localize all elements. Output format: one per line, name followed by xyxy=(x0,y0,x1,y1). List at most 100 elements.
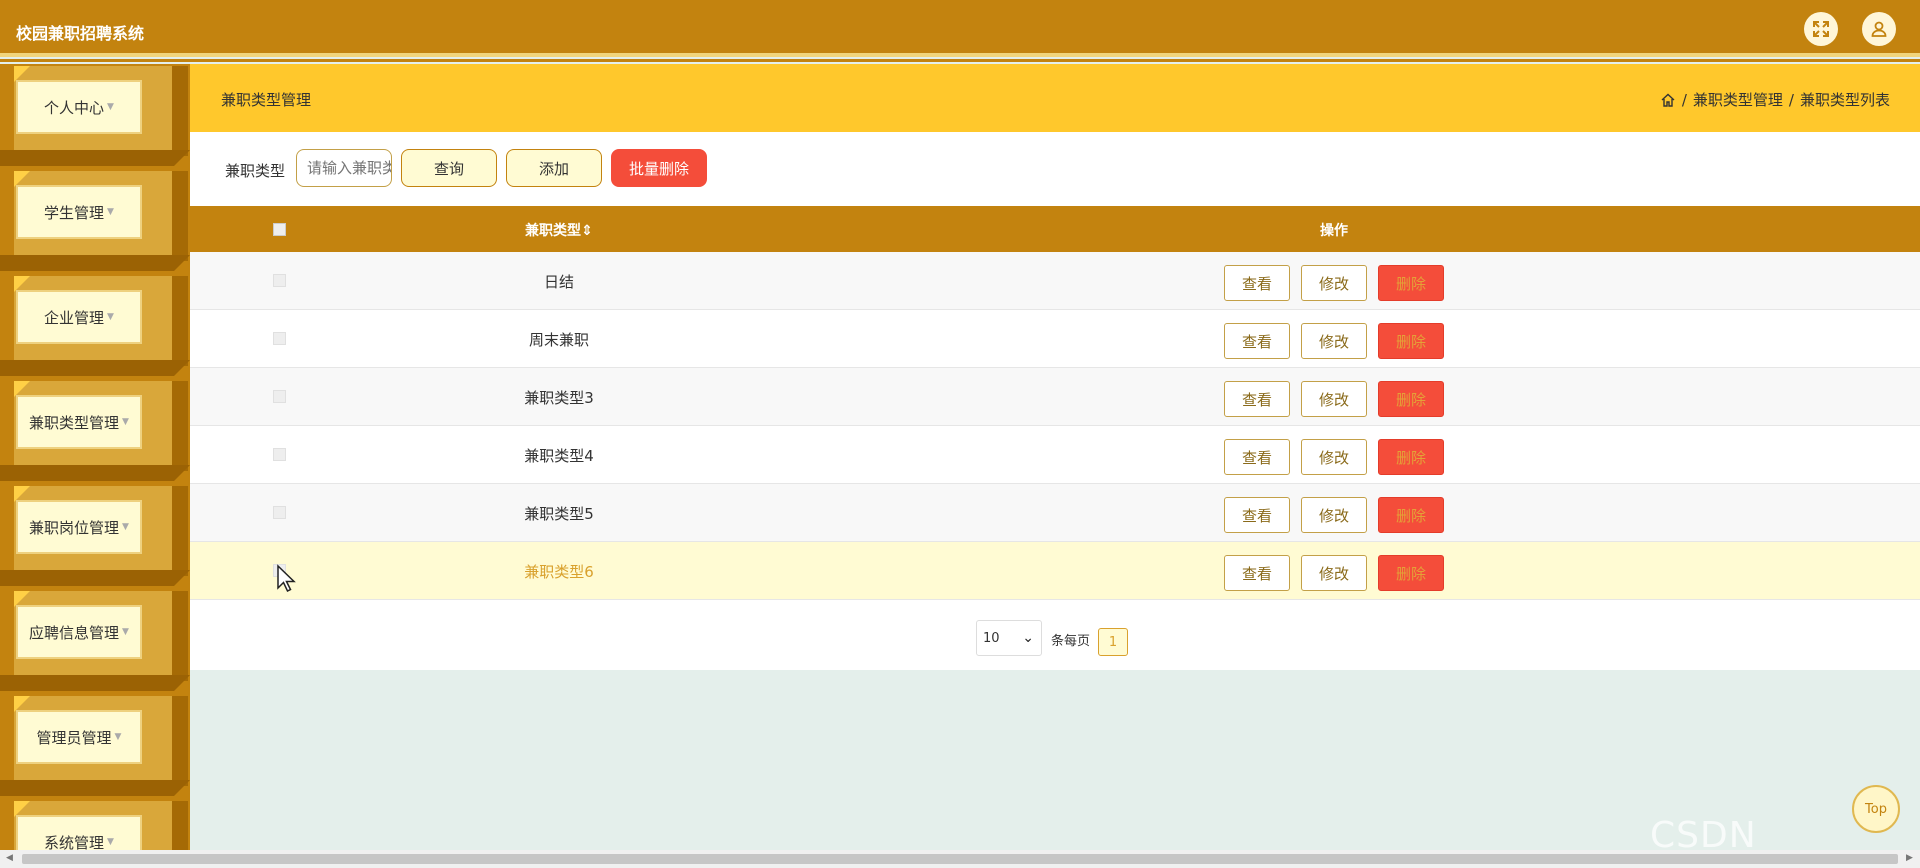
pagination: 10 ⌄ 条每页 1 xyxy=(190,600,1920,670)
search-bar: 兼职类型 查询 添加 批量删除 xyxy=(190,132,1920,206)
view-button[interactable]: 查看 xyxy=(1224,265,1290,301)
sidebar-item-label: 个人中心 xyxy=(44,98,105,117)
scroll-right-icon[interactable]: ▶ xyxy=(1906,853,1913,863)
sidebar-item-label: 企业管理 xyxy=(44,308,105,327)
breadcrumb-separator: / xyxy=(1788,90,1794,109)
table-row: 日结 查看 修改 删除 xyxy=(190,252,1920,310)
row-checkbox[interactable] xyxy=(273,506,286,519)
caret-down-icon: ▼ xyxy=(122,627,129,637)
sidebar-item-job-posts[interactable]: 兼职岗位管理 ▼ xyxy=(0,484,190,588)
column-header-ops: 操作 xyxy=(1320,223,1348,239)
sidebar-item-companies[interactable]: 企业管理 ▼ xyxy=(0,274,190,378)
sidebar-item-applications[interactable]: 应聘信息管理 ▼ xyxy=(0,589,190,693)
table-row: 兼职类型5 查看 修改 删除 xyxy=(190,484,1920,542)
view-button[interactable]: 查看 xyxy=(1224,555,1290,591)
home-icon[interactable] xyxy=(1660,92,1676,108)
breadcrumb-level2: 兼职类型列表 xyxy=(1799,91,1890,109)
cell-type: 兼职类型4 xyxy=(524,447,594,465)
caret-down-icon: ▼ xyxy=(107,102,114,112)
scroll-left-icon[interactable]: ◀ xyxy=(6,853,13,863)
fullscreen-icon[interactable] xyxy=(1804,12,1838,46)
table-header: 兼职类型⇕ 操作 xyxy=(190,206,1920,252)
delete-button[interactable]: 删除 xyxy=(1378,381,1444,417)
search-label: 兼职类型 xyxy=(225,162,286,180)
caret-down-icon: ▼ xyxy=(107,312,114,322)
table-row: 兼职类型4 查看 修改 删除 xyxy=(190,426,1920,484)
edit-button[interactable]: 修改 xyxy=(1301,265,1367,301)
caret-down-icon: ▼ xyxy=(122,522,129,532)
caret-down-icon: ▼ xyxy=(122,417,129,427)
sidebar-item-students[interactable]: 学生管理 ▼ xyxy=(0,169,190,273)
select-all-checkbox[interactable] xyxy=(273,223,286,236)
table-row: 兼职类型6 查看 修改 删除 xyxy=(190,542,1920,600)
horizontal-scrollbar[interactable]: ◀ ▶ xyxy=(0,850,1920,868)
sidebar-item-personal-center[interactable]: 个人中心 ▼ xyxy=(0,64,190,168)
cell-type: 兼职类型5 xyxy=(524,505,594,523)
search-input[interactable] xyxy=(296,149,392,187)
sidebar-item-button[interactable]: 兼职类型管理 ▼ xyxy=(16,395,142,449)
edit-button[interactable]: 修改 xyxy=(1301,555,1367,591)
sidebar-item-label: 兼职类型管理 xyxy=(29,413,120,432)
sidebar-item-button[interactable]: 个人中心 ▼ xyxy=(16,80,142,134)
scrollbar-thumb[interactable] xyxy=(22,854,1898,864)
data-table: 兼职类型⇕ 操作 日结 查看 修改 删除 周末兼职 查看 修改 删除 兼职类型3… xyxy=(190,206,1920,600)
breadcrumb: / 兼职类型管理 / 兼职类型列表 xyxy=(1660,89,1890,110)
page-size-select[interactable]: 10 ⌄ xyxy=(976,620,1042,656)
edit-button[interactable]: 修改 xyxy=(1301,497,1367,533)
breadcrumb-level1[interactable]: 兼职类型管理 xyxy=(1693,89,1783,110)
cell-type: 兼职类型6 xyxy=(524,563,594,581)
view-button[interactable]: 查看 xyxy=(1224,497,1290,533)
view-button[interactable]: 查看 xyxy=(1224,323,1290,359)
sidebar-item-admins[interactable]: 管理员管理 ▼ xyxy=(0,694,190,798)
per-page-label: 条每页 xyxy=(1051,634,1091,649)
sidebar-item-label: 管理员管理 xyxy=(36,728,112,747)
column-header-type[interactable]: 兼职类型⇕ xyxy=(525,220,593,240)
add-button[interactable]: 添加 xyxy=(506,149,602,187)
row-checkbox[interactable] xyxy=(273,390,286,403)
sidebar-item-label: 应聘信息管理 xyxy=(29,623,120,642)
sidebar-item-label: 学生管理 xyxy=(44,203,105,222)
sidebar-item-button[interactable]: 学生管理 ▼ xyxy=(16,185,142,239)
sidebar-item-label: 系统管理 xyxy=(44,833,105,851)
row-checkbox[interactable] xyxy=(273,332,286,345)
column-header-type-label: 兼职类型 xyxy=(525,223,581,239)
main-content: 兼职类型管理 / 兼职类型管理 / 兼职类型列表 兼职类型 查询 添加 批量删除… xyxy=(190,64,1920,670)
table-row: 兼职类型3 查看 修改 删除 xyxy=(190,368,1920,426)
sidebar-item-button[interactable]: 管理员管理 ▼ xyxy=(16,710,142,764)
row-checkbox[interactable] xyxy=(273,448,286,461)
delete-button[interactable]: 删除 xyxy=(1378,323,1444,359)
sort-icon[interactable]: ⇕ xyxy=(581,223,593,239)
sidebar: 个人中心 ▼ 学生管理 ▼ 企业管理 ▼ 兼职类型管理 ▼ 兼职岗位管理 ▼ 应聘信息管理… xyxy=(0,64,190,850)
view-button[interactable]: 查看 xyxy=(1224,439,1290,475)
sidebar-item-button[interactable]: 应聘信息管理 ▼ xyxy=(16,605,142,659)
delete-button[interactable]: 删除 xyxy=(1378,497,1444,533)
cell-type: 周末兼职 xyxy=(528,331,589,349)
batch-delete-button[interactable]: 批量删除 xyxy=(611,149,707,187)
delete-button[interactable]: 删除 xyxy=(1378,439,1444,475)
breadcrumb-separator: / xyxy=(1681,90,1687,109)
sidebar-item-button[interactable]: 企业管理 ▼ xyxy=(16,290,142,344)
page-title: 兼职类型管理 xyxy=(221,91,312,109)
sidebar-item-label: 兼职岗位管理 xyxy=(29,518,120,537)
view-button[interactable]: 查看 xyxy=(1224,381,1290,417)
cell-type: 兼职类型3 xyxy=(524,389,594,407)
delete-button[interactable]: 删除 xyxy=(1378,265,1444,301)
page-number-button[interactable]: 1 xyxy=(1098,628,1128,656)
edit-button[interactable]: 修改 xyxy=(1301,439,1367,475)
page-size-value: 10 xyxy=(983,630,1000,646)
user-icon[interactable] xyxy=(1862,12,1896,46)
caret-down-icon: ▼ xyxy=(114,732,122,742)
delete-button[interactable]: 删除 xyxy=(1378,555,1444,591)
row-checkbox[interactable] xyxy=(273,274,286,287)
edit-button[interactable]: 修改 xyxy=(1301,323,1367,359)
table-row: 周末兼职 查看 修改 删除 xyxy=(190,310,1920,368)
edit-button[interactable]: 修改 xyxy=(1301,381,1367,417)
sidebar-item-button[interactable]: 兼职岗位管理 ▼ xyxy=(16,500,142,554)
cell-type: 日结 xyxy=(543,273,574,291)
caret-down-icon: ▼ xyxy=(107,207,114,217)
sidebar-item-system[interactable]: 系统管理 ▼ xyxy=(0,799,190,850)
chevron-down-icon: ⌄ xyxy=(1022,630,1034,646)
sidebar-item-button[interactable]: 系统管理 ▼ xyxy=(16,815,142,850)
query-button[interactable]: 查询 xyxy=(401,149,497,187)
sidebar-item-job-types[interactable]: 兼职类型管理 ▼ xyxy=(0,379,190,483)
